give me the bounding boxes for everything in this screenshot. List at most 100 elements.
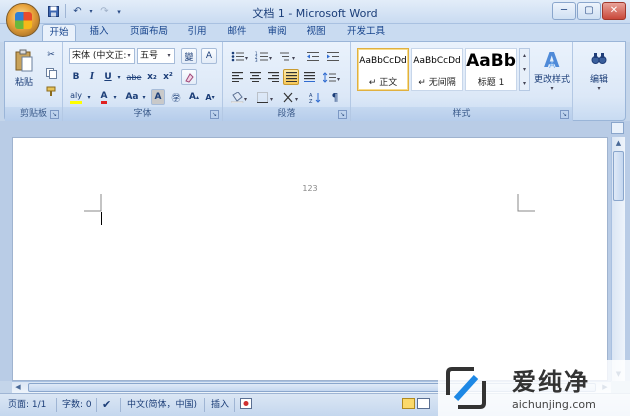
cut-icon[interactable]: ✂ — [43, 47, 59, 63]
style-no-spacing[interactable]: AaBbCcDd ↵ 无间隔 — [411, 48, 463, 91]
styles-scroll-up-icon[interactable]: ▴ — [520, 49, 529, 63]
font-color-button[interactable]: A — [97, 89, 111, 105]
style-heading-1-name: 标题 1 — [477, 78, 505, 88]
multilevel-list-icon[interactable]: ▾ — [277, 48, 299, 64]
font-group: 宋体 (中文正: ▾ 五号 ▾ 變 A B I U ▾ abe x₂ x² al… — [63, 42, 223, 121]
chinese-layout-icon[interactable]: ▾ — [281, 89, 303, 105]
bold-button[interactable]: B — [69, 69, 83, 85]
font-size-combo[interactable]: 五号 ▾ — [137, 48, 175, 64]
change-case-button[interactable]: Aa — [123, 89, 141, 105]
clipboard-launcher-icon[interactable]: ↘ — [50, 110, 59, 119]
style-heading-1[interactable]: AaBb 标题 1 — [465, 48, 517, 91]
change-styles-icon: AA — [544, 48, 560, 70]
close-button[interactable]: ✕ — [602, 2, 626, 20]
grow-font-button[interactable]: A ▴ — [187, 89, 201, 105]
justify-icon[interactable] — [283, 69, 299, 85]
clipboard-group: 粘贴 ✂ 剪贴板 ↘ — [5, 42, 63, 121]
change-styles-button[interactable]: AA 更改样式 ▾ — [533, 46, 571, 94]
copy-icon[interactable] — [43, 65, 59, 81]
clear-formatting-icon[interactable] — [181, 69, 197, 85]
superscript-button[interactable]: x² — [161, 69, 175, 85]
scroll-left-icon[interactable]: ◀ — [12, 382, 24, 393]
align-right-icon[interactable] — [265, 69, 281, 85]
tab-insert[interactable]: 插入 — [82, 24, 116, 42]
char-shading-button[interactable]: A — [151, 89, 165, 105]
vertical-scroll-thumb[interactable] — [613, 151, 624, 201]
view-full-screen-icon[interactable] — [417, 398, 430, 412]
styles-scroll: ▴ ▾ ▾ — [519, 48, 530, 91]
bullets-icon[interactable]: ▾ — [229, 48, 251, 64]
tab-view[interactable]: 视图 — [301, 24, 331, 42]
styles-more-icon[interactable]: ▾ — [520, 77, 529, 90]
svg-text:▾: ▾ — [337, 76, 340, 83]
highlight-dropdown-icon[interactable]: ▾ — [85, 89, 93, 105]
styles-launcher-icon[interactable]: ↘ — [560, 110, 569, 119]
increase-indent-icon[interactable] — [325, 48, 341, 64]
svg-text:▾: ▾ — [295, 96, 298, 103]
phonetic-guide-button[interactable]: 變 — [181, 48, 197, 64]
document-header-text: 123 — [302, 184, 318, 193]
minimize-button[interactable]: ─ — [552, 2, 576, 20]
format-painter-icon[interactable] — [43, 83, 59, 99]
distributed-icon[interactable] — [301, 69, 317, 85]
font-color-label: A — [100, 91, 108, 104]
font-size-dropdown-icon[interactable]: ▾ — [164, 49, 174, 63]
watermark: 爱纯净 aichunjing.com — [438, 360, 630, 416]
italic-button[interactable]: I — [85, 69, 99, 85]
char-border-button[interactable]: A — [201, 48, 217, 64]
align-left-icon[interactable] — [229, 69, 245, 85]
watermark-logo-icon — [446, 367, 486, 409]
view-print-layout-icon[interactable] — [402, 398, 415, 412]
paragraph-group-label: 段落 — [223, 107, 350, 121]
ribbon: 粘贴 ✂ 剪贴板 ↘ 宋体 (中文正: ▾ 五号 ▾ 變 A B I U ▾ a… — [4, 41, 626, 121]
shading-icon[interactable]: ▾ — [229, 89, 251, 105]
status-language[interactable]: 中文(简体，中国) — [127, 398, 197, 412]
font-name-dropdown-icon[interactable]: ▾ — [124, 49, 134, 63]
underline-button[interactable]: U — [101, 69, 115, 85]
svg-text:▾: ▾ — [292, 55, 295, 62]
office-button[interactable] — [6, 3, 40, 37]
ruler-toggle-icon[interactable] — [611, 122, 624, 134]
status-word-count[interactable]: 字数: 0 — [62, 398, 92, 412]
proofing-icon[interactable]: ✔ — [102, 398, 111, 412]
tab-developer[interactable]: 开发工具 — [342, 24, 390, 42]
line-spacing-icon[interactable]: ▾ — [321, 69, 343, 85]
vertical-scrollbar[interactable]: ▲ ▼ — [611, 137, 625, 381]
text-cursor — [101, 212, 102, 225]
align-center-icon[interactable] — [247, 69, 263, 85]
paste-button[interactable]: 粘贴 — [11, 46, 37, 90]
status-page[interactable]: 页面: 1/1 — [8, 398, 46, 412]
enclose-characters-icon[interactable]: ㊫ — [169, 89, 183, 105]
scroll-up-icon[interactable]: ▲ — [612, 137, 625, 150]
font-color-dropdown-icon[interactable]: ▾ — [111, 89, 119, 105]
tab-page-layout[interactable]: 页面布局 — [124, 24, 174, 42]
shrink-font-button[interactable]: A ▾ — [203, 89, 217, 105]
watermark-title: 爱纯净 — [512, 368, 590, 396]
tab-mailings[interactable]: 邮件 — [222, 24, 252, 42]
document-page[interactable] — [12, 137, 608, 381]
font-name-value: 宋体 (中文正: — [72, 51, 127, 61]
show-marks-icon[interactable]: ¶ — [327, 89, 343, 105]
paragraph-launcher-icon[interactable]: ↘ — [338, 110, 347, 119]
font-launcher-icon[interactable]: ↘ — [210, 110, 219, 119]
highlight-button[interactable]: aly — [67, 89, 85, 105]
status-insert-mode[interactable]: 插入 — [211, 398, 229, 412]
borders-icon[interactable]: ▾ — [255, 89, 277, 105]
style-normal[interactable]: AaBbCcDd ↵ 正文 — [357, 48, 409, 91]
numbering-icon[interactable]: 1 2 3 ▾ — [253, 48, 275, 64]
styles-scroll-down-icon[interactable]: ▾ — [520, 63, 529, 77]
underline-dropdown-icon[interactable]: ▾ — [115, 69, 123, 85]
restore-button[interactable]: ▢ — [577, 2, 601, 20]
tab-home[interactable]: 开始 — [42, 24, 76, 42]
tab-references[interactable]: 引用 — [182, 24, 212, 42]
sort-icon[interactable]: AZ — [307, 89, 323, 105]
strikethrough-button[interactable]: abe — [125, 69, 143, 85]
decrease-indent-icon[interactable] — [305, 48, 321, 64]
font-size-value: 五号 — [140, 51, 159, 61]
tab-review[interactable]: 审阅 — [262, 24, 292, 42]
change-case-dropdown-icon[interactable]: ▾ — [140, 89, 148, 105]
subscript-button[interactable]: x₂ — [145, 69, 159, 85]
macro-record-icon[interactable] — [240, 398, 252, 412]
editing-button[interactable]: 编辑 ▾ — [579, 46, 619, 96]
font-name-combo[interactable]: 宋体 (中文正: ▾ — [69, 48, 135, 64]
